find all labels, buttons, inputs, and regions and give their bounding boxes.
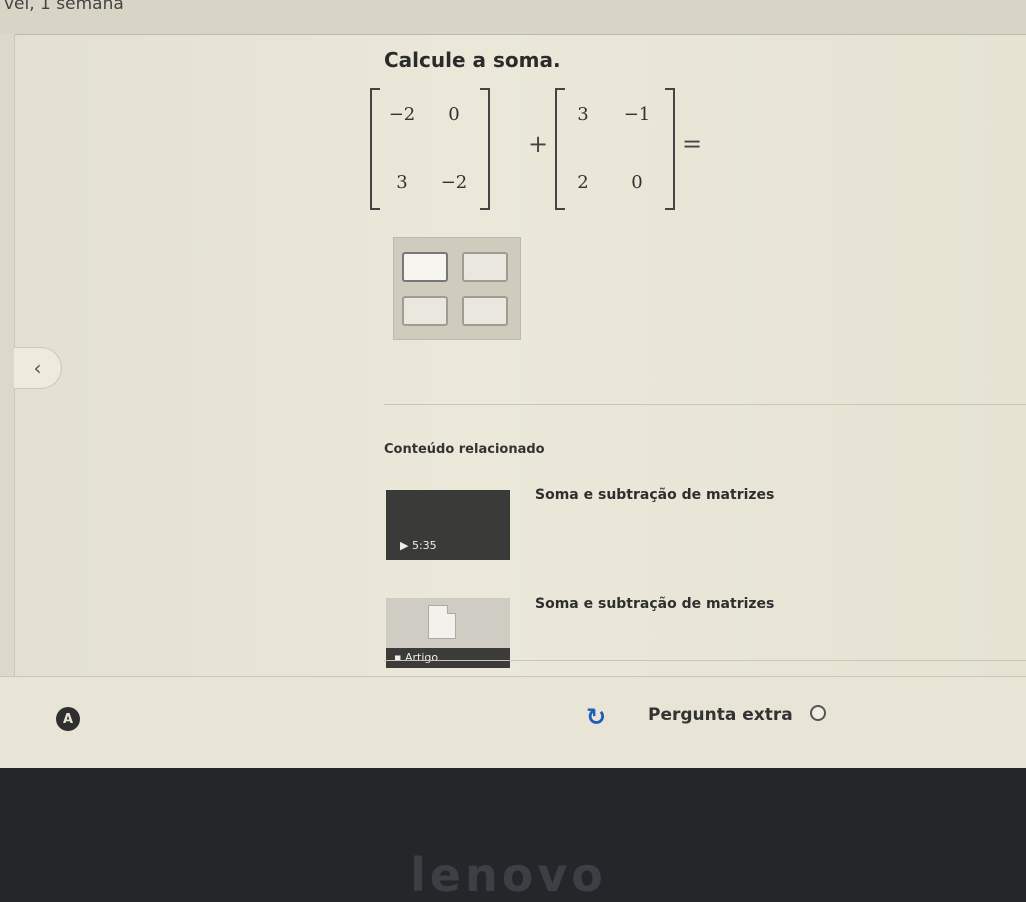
accessibility-icon[interactable]: A	[56, 707, 80, 731]
app-screen: vel, 1 semana Calcule a soma. −2 0 3 −2 …	[0, 0, 1026, 768]
question-title: Calcule a soma.	[384, 48, 561, 72]
matrix-b-cell-1-2: −1	[623, 104, 651, 125]
extra-question-toggle[interactable]	[810, 705, 826, 721]
answer-input-2-1[interactable]	[402, 296, 448, 326]
plus-operator: +	[528, 130, 549, 158]
device-brand-logo: lenovo	[410, 848, 607, 902]
top-strip-text: vel, 1 semana	[4, 0, 124, 14]
matrix-a-cell-2-2: −2	[440, 172, 468, 193]
extra-question-label: Pergunta extra	[648, 705, 793, 725]
left-rail	[0, 34, 15, 768]
answer-input-1-1[interactable]	[402, 252, 448, 282]
article-badge: ▪ Artigo	[386, 648, 510, 668]
top-strip: vel, 1 semana	[0, 0, 1026, 35]
answer-matrix	[393, 237, 521, 340]
matrix-b-cell-1-1: 3	[577, 104, 589, 125]
refresh-icon[interactable]: ↻	[586, 703, 606, 731]
matrix-a-cell-1-2: 0	[448, 104, 460, 125]
video-duration-label: ▶ 5:35	[400, 539, 437, 552]
bottom-bar: A ↻ Pergunta extra	[0, 676, 1026, 768]
chevron-left-icon: ‹	[33, 356, 42, 380]
related-article-link[interactable]: Soma e subtração de matrizes	[535, 596, 774, 612]
matrix-b-cell-2-2: 0	[631, 172, 643, 193]
related-content-title: Conteúdo relacionado	[384, 442, 545, 457]
document-icon	[428, 605, 456, 639]
video-duration: 5:35	[411, 539, 437, 552]
related-video-link[interactable]: Soma e subtração de matrizes	[535, 487, 774, 503]
back-button[interactable]: ‹	[14, 347, 62, 389]
play-icon: ▶	[400, 539, 409, 552]
video-thumbnail[interactable]: ▶ 5:35	[386, 490, 510, 560]
matrix-b-cell-2-1: 2	[577, 172, 589, 193]
matrix-a: −2 0 3 −2	[370, 88, 490, 210]
matrix-b: 3 −1 2 0	[555, 88, 675, 210]
answer-input-1-2[interactable]	[462, 252, 508, 282]
equals-sign: =	[682, 130, 703, 158]
related-divider	[384, 660, 1026, 661]
matrix-a-cell-2-1: 3	[396, 172, 408, 193]
answer-input-2-2[interactable]	[462, 296, 508, 326]
matrix-a-cell-1-1: −2	[388, 104, 416, 125]
content-divider	[384, 404, 1026, 405]
article-icon: ▪	[394, 651, 402, 664]
article-thumbnail[interactable]: ▪ Artigo	[386, 598, 510, 668]
